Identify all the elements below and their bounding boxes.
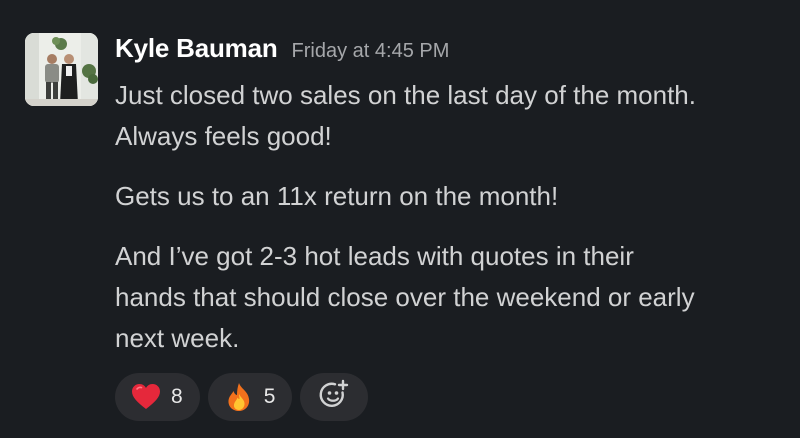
reaction-count: 8	[171, 385, 183, 408]
heart-emoji-icon	[131, 382, 161, 412]
reaction-count: 5	[263, 385, 276, 408]
message-line: hands that should close over the weekend…	[115, 282, 695, 312]
avatar[interactable]	[25, 33, 98, 106]
fire-emoji-icon	[224, 382, 254, 412]
reactions-bar: 8 5	[115, 373, 369, 421]
message-paragraph: Gets us to an 11x return on the month!	[115, 176, 785, 217]
message-line: And I’ve got 2-3 hot leads with quotes i…	[115, 241, 634, 271]
message-line: next week.	[115, 323, 240, 353]
message-line: Gets us to an 11x return on the month!	[115, 181, 559, 211]
reaction-heart[interactable]: 8	[115, 373, 200, 421]
reaction-fire[interactable]: 5	[207, 373, 293, 421]
add-reaction-icon	[318, 379, 350, 416]
message-body: Just closed two sales on the last day of…	[115, 75, 785, 359]
avatar-photo	[25, 33, 98, 106]
add-reaction-button[interactable]	[300, 373, 369, 421]
message-timestamp[interactable]: Friday at 4:45 PM	[292, 40, 450, 63]
message-line: Always feels good!	[115, 121, 332, 151]
message-header: Kyle Bauman Friday at 4:45 PM	[115, 33, 449, 69]
message: Kyle Bauman Friday at 4:45 PM Just close…	[0, 0, 800, 438]
message-paragraph: And I’ve got 2-3 hot leads with quotes i…	[115, 236, 785, 359]
message-paragraph: Just closed two sales on the last day of…	[115, 75, 785, 157]
message-line: Just closed two sales on the last day of…	[115, 80, 696, 110]
author-name[interactable]: Kyle Bauman	[115, 33, 278, 64]
